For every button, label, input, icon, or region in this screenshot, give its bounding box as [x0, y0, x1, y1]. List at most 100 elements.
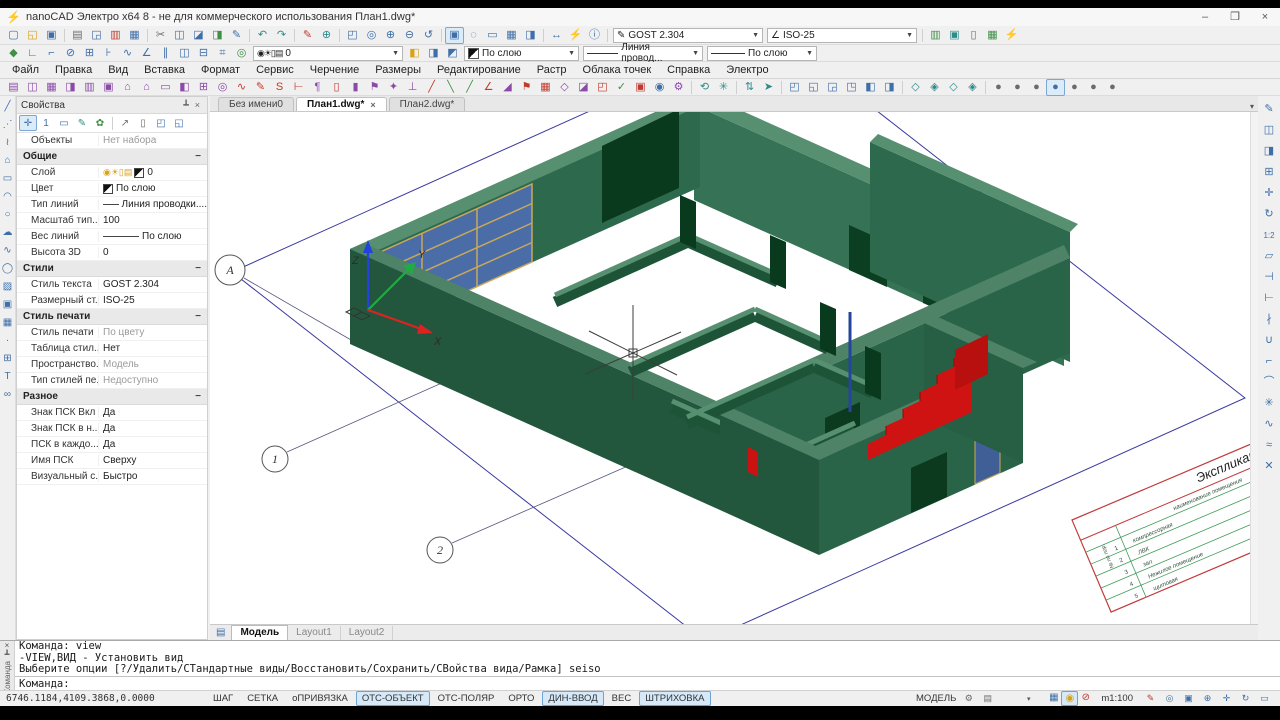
- fillet-icon[interactable]: ⌒: [1259, 373, 1279, 392]
- iso-ne-icon[interactable]: ◇: [944, 79, 963, 96]
- trim-icon[interactable]: ⊣: [1259, 268, 1279, 287]
- marker-icon[interactable]: ✎: [298, 27, 317, 44]
- regen-icon[interactable]: ↻: [1236, 690, 1255, 707]
- mirror-icon[interactable]: ◨: [1259, 142, 1279, 161]
- menu-вставка[interactable]: Вставка: [136, 62, 193, 78]
- window-tool-icon[interactable]: ◰: [593, 79, 612, 96]
- view-right-icon[interactable]: ◳: [842, 79, 861, 96]
- text-icon[interactable]: T: [0, 368, 16, 385]
- join-icon[interactable]: ∪: [1259, 331, 1279, 350]
- redline-icon[interactable]: ✎: [1141, 690, 1160, 707]
- property-value[interactable]: Нет: [99, 343, 207, 354]
- erase-icon[interactable]: ✎: [1259, 100, 1279, 119]
- check-icon[interactable]: ✓: [612, 79, 631, 96]
- iso-nw-icon[interactable]: ◈: [963, 79, 982, 96]
- screen-icon[interactable]: ▭: [483, 27, 502, 44]
- ellipse-icon[interactable]: ◯: [0, 260, 16, 277]
- image-icon[interactable]: ▦: [0, 314, 16, 331]
- copy-mode-icon[interactable]: ◫: [175, 45, 194, 62]
- view-back-icon[interactable]: ◨: [880, 79, 899, 96]
- copy-props-icon[interactable]: ↗: [116, 115, 134, 131]
- luminaire-icon[interactable]: ✦: [384, 79, 403, 96]
- cloud-icon[interactable]: ☁: [0, 224, 16, 241]
- collapse-icon[interactable]: −: [195, 263, 201, 274]
- equipment-icon[interactable]: ◎: [213, 79, 232, 96]
- zoom-in-icon[interactable]: ⊕: [381, 27, 400, 44]
- stretch-icon[interactable]: ▱: [1259, 247, 1279, 266]
- rectangle-icon[interactable]: ▭: [0, 170, 16, 187]
- status-toggle-штриховка[interactable]: ШТРИХОВКА: [639, 691, 711, 706]
- minimize-button[interactable]: –: [1190, 9, 1220, 26]
- zoom-dynamic-icon[interactable]: ◎: [362, 27, 381, 44]
- doc-tab-план2dwg[interactable]: План2.dwg*: [388, 97, 466, 111]
- line-icon[interactable]: ╱: [0, 98, 16, 115]
- cabinet2-icon[interactable]: ▮: [346, 79, 365, 96]
- vs-hidden-icon[interactable]: ●: [1027, 79, 1046, 96]
- vs-shaded-icon[interactable]: ●: [1046, 78, 1065, 96]
- layout-tab-модель[interactable]: Модель: [231, 624, 289, 641]
- ortho-mode-icon[interactable]: ⌐: [42, 45, 61, 62]
- property-value[interactable]: ◉☀▯▤ 0: [99, 167, 207, 178]
- iso-sw-icon[interactable]: ◇: [906, 79, 925, 96]
- property-value[interactable]: Быстро: [99, 471, 207, 482]
- section-header[interactable]: Стиль печати −: [17, 309, 207, 325]
- doc-tab-без имени0[interactable]: Без имени0: [218, 97, 294, 111]
- status-toggle-опривязка[interactable]: оПРИВЯЗКА: [286, 691, 354, 706]
- grid-mode-icon[interactable]: ⌗: [213, 45, 232, 62]
- menu-справка[interactable]: Справка: [659, 62, 718, 78]
- property-value[interactable]: Да: [99, 407, 207, 418]
- command-window-tab[interactable]: × ┻ Команда: [0, 641, 15, 694]
- pedit-icon[interactable]: ∿: [1259, 415, 1279, 434]
- section-header[interactable]: Общие −: [17, 149, 207, 165]
- zone-icon[interactable]: ◧: [175, 79, 194, 96]
- magnet-icon[interactable]: ◎: [232, 45, 251, 62]
- layout-tab-layout2[interactable]: Layout2: [341, 625, 394, 640]
- el-run-icon[interactable]: ⚡: [1002, 27, 1021, 44]
- extend-icon[interactable]: ⊢: [1259, 289, 1279, 308]
- floor-icon[interactable]: ⌂: [137, 79, 156, 96]
- status-toggle-отс-объект[interactable]: ОТС-ОБЪЕКТ: [355, 691, 430, 706]
- scale-icon[interactable]: 1:2: [1259, 226, 1279, 245]
- osnap-icon[interactable]: ∟: [23, 45, 42, 62]
- trace2-icon[interactable]: ╲: [441, 79, 460, 96]
- layer-state-icons[interactable]: ◉☀▯▤: [103, 167, 132, 178]
- maximize-button[interactable]: ❒: [1220, 9, 1250, 26]
- snap-settings-icon[interactable]: ◆: [4, 45, 23, 62]
- zoom-box-icon[interactable]: ▣: [1179, 690, 1198, 707]
- array-icon[interactable]: ⊞: [1259, 163, 1279, 182]
- cut-icon[interactable]: ✂: [151, 27, 170, 44]
- menu-правка[interactable]: Правка: [47, 62, 100, 78]
- property-value[interactable]: Линия проводки....: [99, 199, 207, 210]
- cabinet-icon[interactable]: ▯: [327, 79, 346, 96]
- lineweight-combo[interactable]: По слою ▼: [707, 45, 817, 61]
- layout-list-icon[interactable]: ▤: [216, 627, 225, 638]
- linetype-combo[interactable]: Линия провод... ▼: [583, 42, 703, 64]
- select-append-icon[interactable]: ✛: [19, 115, 37, 131]
- polygon-icon[interactable]: ⌂: [0, 152, 16, 169]
- grid-plan-icon[interactable]: ⊞: [194, 79, 213, 96]
- el-table-icon[interactable]: ▦: [983, 27, 1002, 44]
- project-props-icon[interactable]: ▦: [42, 79, 61, 96]
- dyn-input-icon[interactable]: ⊦: [99, 45, 118, 62]
- annotation-scale[interactable]: m1:100: [1101, 693, 1133, 704]
- project-doc-icon[interactable]: ▤: [4, 79, 23, 96]
- panel-board-icon[interactable]: ▦: [536, 79, 555, 96]
- property-value[interactable]: Сверху: [99, 455, 207, 466]
- menu-растр[interactable]: Растр: [529, 62, 575, 78]
- status-dropdown-arrow[interactable]: ▾: [1021, 692, 1036, 705]
- quick-select-icon[interactable]: ✎: [73, 115, 91, 131]
- publish-icon[interactable]: ▦: [125, 27, 144, 44]
- copy-icon[interactable]: ◫: [170, 27, 189, 44]
- paste-format-icon[interactable]: ◨: [208, 27, 227, 44]
- arc-icon[interactable]: ◠: [0, 188, 16, 205]
- menu-редактирование[interactable]: Редактирование: [429, 62, 529, 78]
- delete-icon[interactable]: ✕: [1259, 457, 1279, 476]
- property-value[interactable]: Нет набора: [99, 135, 207, 146]
- section-header[interactable]: Стили −: [17, 261, 207, 277]
- report-icon[interactable]: ▣: [631, 79, 650, 96]
- fly-icon[interactable]: ➤: [759, 79, 778, 96]
- wire-icon[interactable]: ∿: [232, 79, 251, 96]
- track-icon[interactable]: ⊞: [80, 45, 99, 62]
- close-panel-icon[interactable]: ×: [192, 100, 203, 110]
- canvas-scrollbar[interactable]: [1250, 112, 1258, 624]
